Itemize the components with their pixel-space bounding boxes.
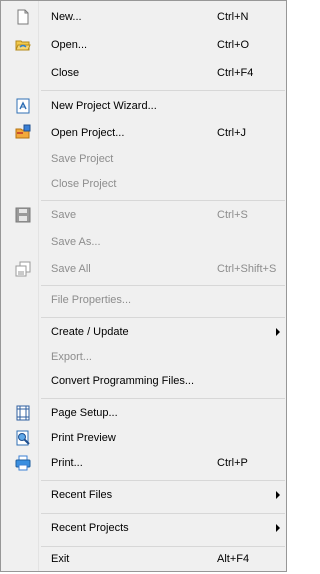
menu-item-shortcut: Ctrl+P — [217, 457, 248, 469]
menu-item-file-properties[interactable]: File Properties... — [1, 287, 286, 313]
menu-item-save-as[interactable]: Save As... — [1, 229, 286, 255]
new-file-icon — [17, 9, 29, 25]
menu-item-close[interactable]: Close Ctrl+F4 — [1, 60, 286, 86]
menu-item-open[interactable]: Open... Ctrl+O — [1, 32, 286, 58]
submenu-arrow-icon — [276, 491, 280, 499]
menu-separator — [41, 398, 285, 399]
menu-item-shortcut: Ctrl+S — [217, 209, 248, 221]
menu-item-label: Open Project... — [51, 127, 125, 139]
menu-item-label: File Properties... — [51, 294, 132, 306]
menu-item-save[interactable]: Save Ctrl+S — [1, 202, 286, 228]
print-preview-icon — [16, 430, 30, 446]
menu-item-page-setup[interactable]: Page Setup... — [1, 400, 286, 426]
menu-item-label: Close — [51, 67, 80, 79]
menu-item-label: Recent Projects — [51, 522, 129, 534]
project-wizard-icon — [16, 98, 30, 114]
open-folder-icon — [15, 40, 31, 51]
save-all-icon — [15, 261, 31, 277]
menu-item-label: Exit — [51, 553, 70, 565]
menu-item-save-all[interactable]: Save All Ctrl+Shift+S — [1, 256, 286, 282]
menu-item-label: Print Preview — [51, 432, 116, 444]
menu-separator — [41, 546, 285, 547]
menu-item-create-update[interactable]: Create / Update — [1, 319, 286, 345]
menu-item-recent-projects[interactable]: Recent Projects — [1, 515, 286, 541]
menu-item-label: Save — [51, 209, 77, 221]
menu-item-label: Save Project — [51, 153, 114, 165]
menu-item-shortcut: Ctrl+F4 — [217, 67, 254, 79]
menu-item-label: New Project Wizard... — [51, 100, 157, 112]
menu-item-print[interactable]: Print... Ctrl+P — [1, 450, 286, 476]
menu-item-label: Save All — [51, 263, 91, 275]
menu-item-print-preview[interactable]: Print Preview — [1, 425, 286, 451]
menu-item-open-project[interactable]: Open Project... Ctrl+J — [1, 120, 286, 146]
menu-item-label: Export... — [51, 351, 92, 363]
menu-separator — [41, 90, 285, 91]
submenu-arrow-icon — [276, 524, 280, 532]
menu-item-shortcut: Alt+F4 — [217, 553, 250, 565]
menu-item-exit[interactable]: Exit Alt+F4 — [1, 548, 286, 571]
menu-item-new-project-wizard[interactable]: New Project Wizard... — [1, 93, 286, 119]
menu-separator — [41, 317, 285, 318]
menu-item-close-project[interactable]: Close Project — [1, 171, 286, 197]
menu-separator — [41, 513, 285, 514]
menu-item-save-project[interactable]: Save Project — [1, 146, 286, 172]
menu-item-label: Convert Programming Files... — [51, 375, 195, 387]
menu-separator — [41, 480, 285, 481]
printer-icon — [15, 455, 31, 471]
submenu-arrow-icon — [276, 328, 280, 336]
menu-item-label: Recent Files — [51, 489, 113, 501]
menu-item-recent-files[interactable]: Recent Files — [1, 482, 286, 508]
menu-item-label: Save As... — [51, 236, 101, 248]
save-disk-icon — [15, 207, 31, 223]
menu-item-label: Open... — [51, 39, 88, 51]
menu-item-label: New... — [51, 11, 82, 23]
menu-item-label: Create / Update — [51, 326, 129, 338]
menu-separator — [41, 200, 285, 201]
menu-item-shortcut: Ctrl+N — [217, 11, 249, 23]
page-setup-icon — [16, 405, 30, 421]
file-menu: New... Ctrl+N Open... Ctrl+O Close Ctrl+… — [0, 0, 287, 572]
menu-item-new[interactable]: New... Ctrl+N — [1, 4, 286, 30]
menu-item-export[interactable]: Export... — [1, 344, 286, 370]
menu-item-shortcut: Ctrl+O — [217, 39, 250, 51]
menu-item-label: Print... — [51, 457, 83, 469]
menu-separator — [41, 285, 285, 286]
menu-item-label: Close Project — [51, 178, 117, 190]
menu-item-shortcut: Ctrl+Shift+S — [217, 263, 277, 275]
menu-item-convert-programming-files[interactable]: Convert Programming Files... — [1, 368, 286, 394]
menu-item-shortcut: Ctrl+J — [217, 127, 247, 139]
menu-item-label: Page Setup... — [51, 407, 118, 419]
open-project-icon — [15, 124, 31, 139]
